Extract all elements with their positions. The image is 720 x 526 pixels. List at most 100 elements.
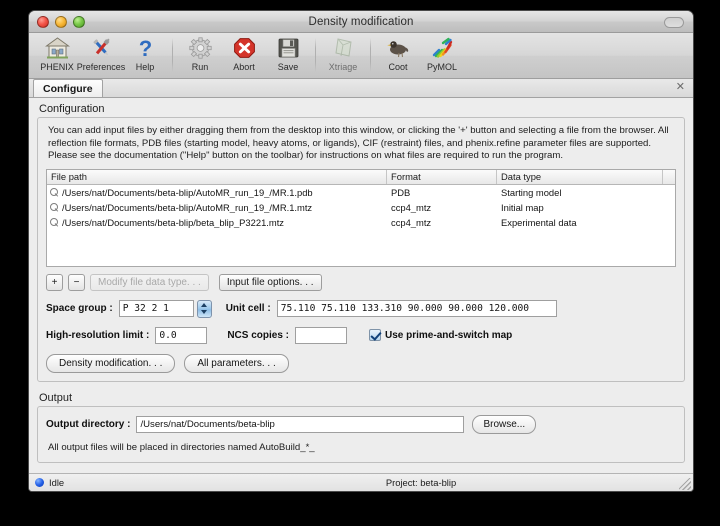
toolbar-button-abort[interactable]: Abort (222, 35, 266, 79)
prime-and-switch-checkbox-wrapper[interactable]: Use prime-and-switch map (369, 329, 512, 341)
prime-and-switch-label: Use prime-and-switch map (385, 330, 512, 341)
project-label: Project: beta-blip (149, 477, 693, 488)
resolution-row: High-resolution limit : 0.0 NCS copies :… (46, 327, 676, 344)
input-files-table[interactable]: File path Format Data type /Users/nat/Do… (46, 169, 676, 267)
density-modification-button[interactable]: Density modification. . . (46, 354, 175, 373)
tab-configure[interactable]: Configure (33, 79, 103, 97)
format-cell: ccp4_mtz (387, 217, 497, 228)
toolbar-button-xtriage[interactable]: Xtriage (321, 35, 365, 79)
output-directory-label: Output directory : (46, 419, 130, 430)
toolbar-button-help[interactable]: ? Help (123, 35, 167, 79)
table-row[interactable]: /Users/nat/Documents/beta-blip/AutoMR_ru… (47, 200, 675, 215)
tools-icon (89, 35, 114, 61)
high-resolution-limit-input[interactable]: 0.0 (155, 327, 207, 344)
file-path-cell: /Users/nat/Documents/beta-blip/beta_blip… (62, 217, 284, 228)
toolbar-label: Abort (233, 62, 255, 72)
checkbox-icon[interactable] (369, 329, 381, 341)
main-toolbar: PHENIX Preferences (29, 33, 693, 79)
ncs-copies-input[interactable] (295, 327, 347, 344)
tab-label: Configure (43, 83, 93, 95)
content-area: Configuration You can add input files by… (29, 98, 693, 473)
data-type-cell: Experimental data (497, 217, 663, 228)
column-header-format[interactable]: Format (387, 170, 497, 184)
toolbar-button-save[interactable]: Save (266, 35, 310, 79)
modify-file-data-type-button[interactable]: Modify file data type. . . (90, 274, 209, 291)
file-actions-row: + − Modify file data type. . . Input fil… (46, 274, 676, 291)
minimize-window-button[interactable] (55, 16, 67, 28)
toolbar-label: Preferences (77, 62, 126, 72)
toolbar-separator (370, 38, 371, 72)
close-icon[interactable]: ✕ (676, 82, 685, 93)
toolbar-separator (172, 38, 173, 72)
space-group-label: Space group : (46, 303, 113, 314)
magnifier-icon[interactable] (50, 203, 59, 212)
zoom-window-button[interactable] (73, 16, 85, 28)
status-text: Idle (49, 477, 64, 488)
data-type-cell: Initial map (497, 202, 663, 213)
house-icon (45, 35, 70, 61)
crystal-icon (331, 35, 356, 61)
toolbar-button-run[interactable]: Run (178, 35, 222, 79)
format-cell: ccp4_mtz (387, 202, 497, 213)
close-window-button[interactable] (37, 16, 49, 28)
toolbar-button-phenix[interactable]: PHENIX (35, 35, 79, 79)
toolbar-button-pymol[interactable]: PyMOL (420, 35, 464, 79)
remove-file-button[interactable]: − (68, 274, 85, 291)
output-section: Output Output directory : /Users/nat/Doc… (37, 392, 685, 464)
space-group-stepper[interactable] (197, 300, 212, 318)
high-resolution-limit-label: High-resolution limit : (46, 330, 149, 341)
toolbar-toggle-button[interactable] (664, 17, 684, 28)
tab-bar: Configure ✕ (29, 79, 693, 98)
format-cell: PDB (387, 187, 497, 198)
output-directory-row: Output directory : /Users/nat/Documents/… (46, 415, 676, 434)
toolbar-separator (315, 38, 316, 72)
question-icon: ? (133, 35, 158, 61)
output-directory-input[interactable]: /Users/nat/Documents/beta-blip (136, 416, 464, 433)
ncs-copies-label: NCS copies : (227, 330, 289, 341)
column-header-file-path[interactable]: File path (47, 170, 387, 184)
stop-x-icon (232, 35, 257, 61)
file-path-cell: /Users/nat/Documents/beta-blip/AutoMR_ru… (62, 202, 312, 213)
status-indicator-icon (35, 478, 44, 487)
toolbar-label: Coot (388, 62, 407, 72)
table-row[interactable]: /Users/nat/Documents/beta-blip/AutoMR_ru… (47, 185, 675, 200)
unit-cell-label: Unit cell : (226, 303, 271, 314)
space-group-input[interactable]: P 32 2 1 (119, 300, 194, 317)
toolbar-label: PyMOL (427, 62, 457, 72)
svg-text:?: ? (138, 36, 151, 60)
toolbar-label: PHENIX (40, 62, 74, 72)
browse-button[interactable]: Browse... (472, 415, 536, 434)
column-header-data-type[interactable]: Data type (497, 170, 663, 184)
magnifier-icon[interactable] (50, 188, 59, 197)
column-header-extra[interactable] (663, 170, 675, 184)
floppy-disk-icon (276, 35, 301, 61)
application-window: Density modification PHENIX (28, 10, 694, 492)
window-title: Density modification (29, 16, 693, 28)
configuration-group: You can add input files by either draggi… (37, 117, 685, 382)
magnifier-icon[interactable] (50, 218, 59, 227)
add-file-button[interactable]: + (46, 274, 63, 291)
toolbar-button-preferences[interactable]: Preferences (79, 35, 123, 79)
toolbar-label: Help (136, 62, 155, 72)
gear-icon (188, 35, 213, 61)
output-group: Output directory : /Users/nat/Documents/… (37, 406, 685, 464)
configuration-help-text: You can add input files by either draggi… (48, 125, 674, 163)
table-header-row: File path Format Data type (47, 170, 675, 185)
input-file-options-button[interactable]: Input file options. . . (219, 274, 322, 291)
unit-cell-input[interactable]: 75.110 75.110 133.310 90.000 90.000 120.… (277, 300, 557, 317)
table-row[interactable]: /Users/nat/Documents/beta-blip/beta_blip… (47, 215, 675, 230)
window-controls (37, 16, 85, 28)
title-bar: Density modification (29, 11, 693, 33)
configuration-group-label: Configuration (39, 103, 685, 115)
output-note: All output files will be placed in direc… (48, 442, 674, 455)
toolbar-label: Xtriage (329, 62, 358, 72)
toolbar-label: Save (278, 62, 299, 72)
all-parameters-button[interactable]: All parameters. . . (184, 354, 288, 373)
rainbow-helix-icon (430, 35, 455, 61)
toolbar-button-coot[interactable]: Coot (376, 35, 420, 79)
bird-icon (386, 35, 411, 61)
toolbar-label: Run (192, 62, 209, 72)
output-group-label: Output (39, 392, 685, 404)
status-bar: Idle Project: beta-blip (29, 473, 693, 491)
resize-grip-icon[interactable] (679, 478, 691, 490)
